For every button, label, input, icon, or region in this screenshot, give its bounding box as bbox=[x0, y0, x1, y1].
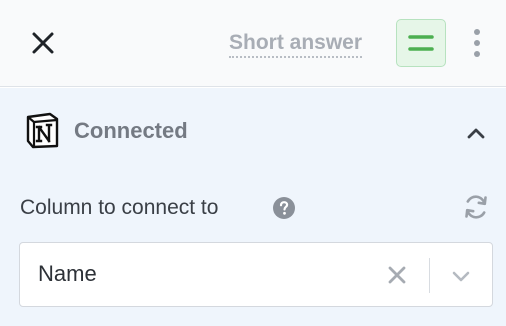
dropdown-toggle-button[interactable] bbox=[448, 264, 474, 288]
short-answer-icon bbox=[408, 35, 434, 51]
select-divider bbox=[429, 258, 430, 293]
close-icon bbox=[32, 32, 54, 54]
connection-panel: Connected Column to connect to Name bbox=[0, 88, 506, 326]
refresh-icon bbox=[465, 195, 487, 219]
collapse-button[interactable] bbox=[462, 122, 490, 144]
question-circle-icon[interactable] bbox=[272, 196, 296, 220]
selected-column-value: Name bbox=[38, 261, 97, 286]
panel-header: Short answer bbox=[0, 0, 506, 87]
column-select[interactable]: Name bbox=[19, 242, 493, 307]
question-settings-panel: Short answer Connected Column to connect… bbox=[0, 0, 506, 326]
column-label: Column to connect to bbox=[20, 196, 219, 219]
close-button[interactable] bbox=[28, 28, 58, 58]
chevron-down-icon bbox=[452, 271, 470, 282]
connection-status: Connected bbox=[74, 118, 188, 143]
more-vertical-icon bbox=[474, 29, 480, 57]
clear-icon bbox=[388, 266, 406, 284]
chevron-up-icon bbox=[467, 128, 485, 139]
clear-selection-button[interactable] bbox=[384, 262, 410, 288]
question-type-label[interactable]: Short answer bbox=[229, 30, 363, 58]
more-options-button[interactable] bbox=[466, 26, 488, 60]
refresh-button[interactable] bbox=[460, 191, 492, 223]
notion-logo-icon bbox=[26, 112, 59, 149]
question-type-button[interactable] bbox=[396, 19, 446, 67]
